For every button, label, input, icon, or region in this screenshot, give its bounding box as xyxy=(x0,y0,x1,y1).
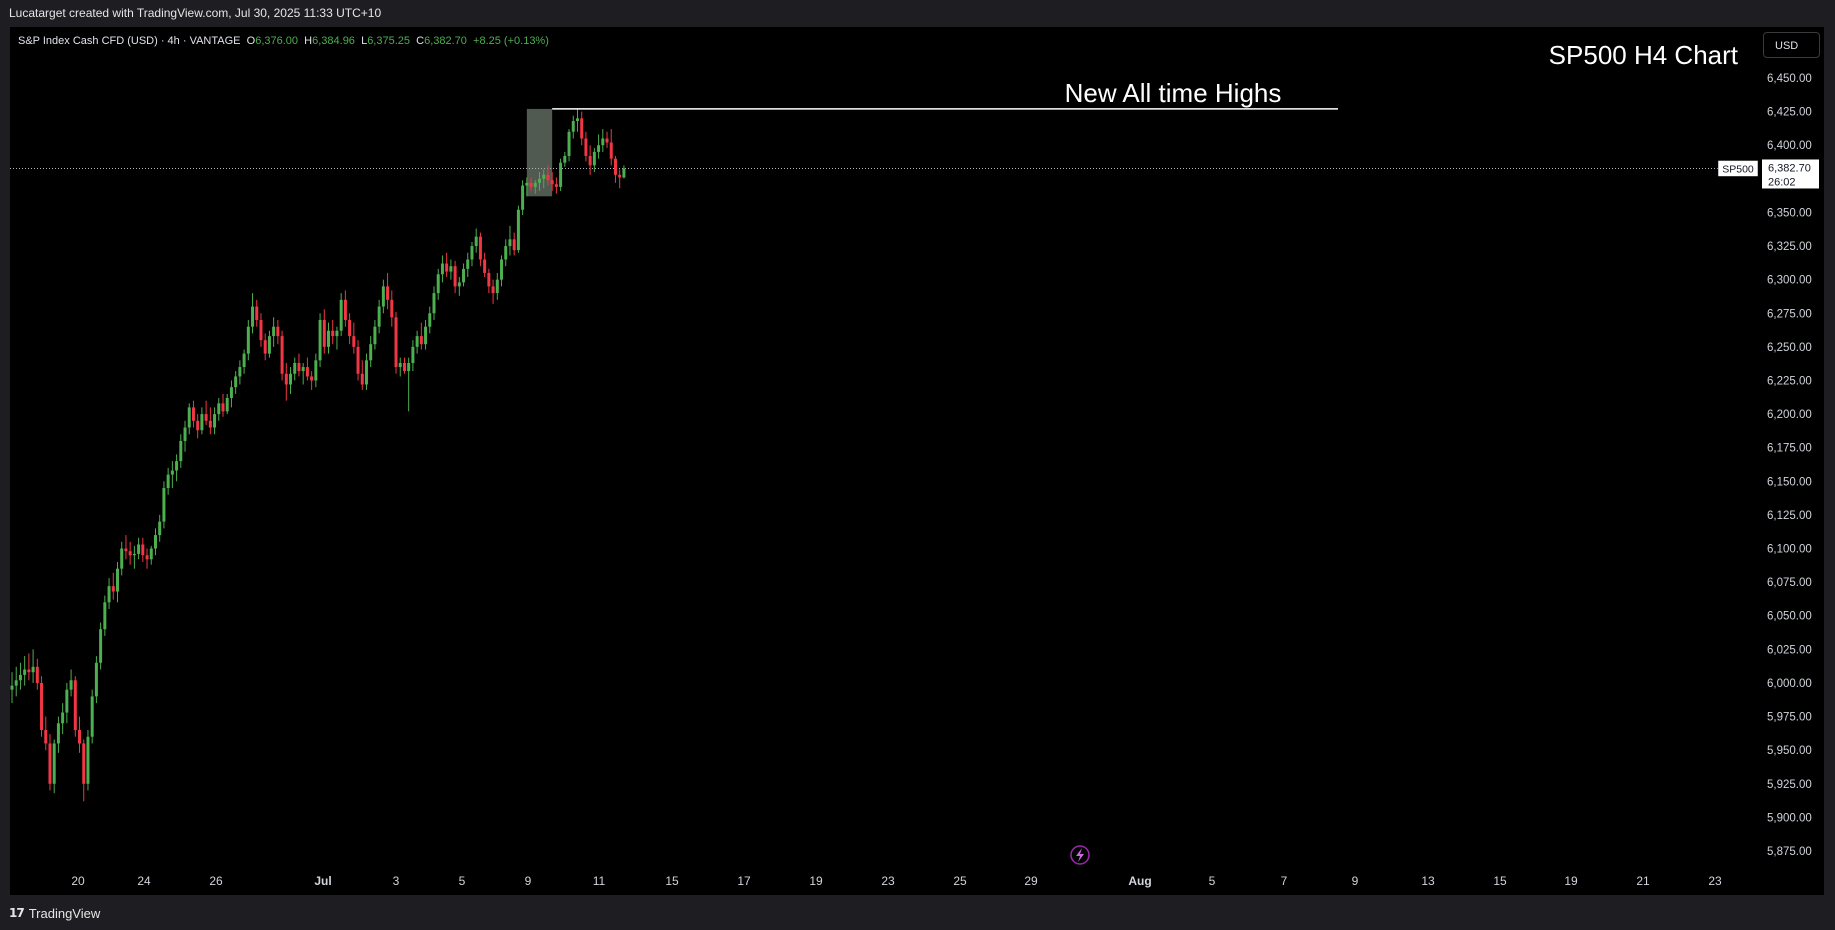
ohlc-legend: S&P Index Cash CFD (USD) · 4h · VANTAGE … xyxy=(18,35,549,47)
chart-credit: Lucatarget created with TradingView.com,… xyxy=(0,0,1835,27)
close-label: C xyxy=(416,35,425,47)
open-value: 6,376.00 xyxy=(255,35,299,47)
tradingview-logo[interactable]: 17 TradingView xyxy=(9,905,101,921)
chart-area[interactable] xyxy=(10,27,1824,895)
brand-label: TradingView xyxy=(28,905,101,921)
low-value: 6,375.25 xyxy=(367,35,411,47)
tradingview-logo-icon: 17 xyxy=(9,906,25,920)
footer: 17 TradingView xyxy=(0,895,1835,930)
close-value: 6,382.70 xyxy=(424,35,467,47)
symbol-label: S&P Index Cash CFD (USD) · 4h · VANTAGE xyxy=(18,35,241,47)
high-label: H xyxy=(304,35,313,47)
open-label: O xyxy=(246,35,256,47)
currency-button[interactable]: USD xyxy=(1763,32,1820,58)
high-value: 6,384.96 xyxy=(312,35,355,47)
change-value: +8.25 (+0.13%) xyxy=(473,35,549,47)
